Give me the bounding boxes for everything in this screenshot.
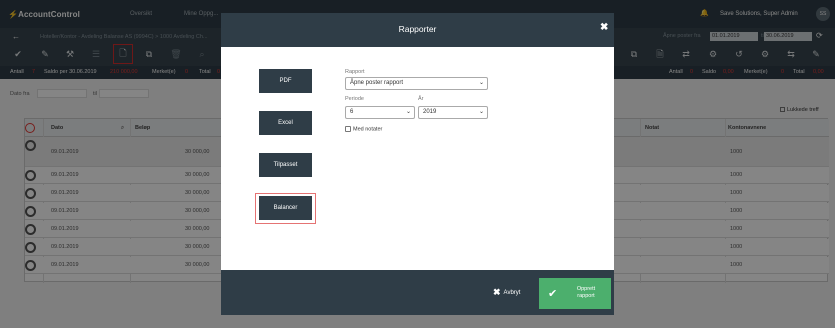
chevron-down-icon: ⌄ [478,109,484,115]
create-report-button[interactable]: ✔ Opprett rapport [539,278,611,309]
periode-label: Periode [345,96,364,102]
chevron-down-icon: ⌄ [478,80,484,86]
reports-modal: Rapporter ✖ PDF Excel Tilpasset Balancer… [221,13,614,315]
pdf-button[interactable]: PDF [259,69,312,93]
close-icon[interactable]: ✖ [600,22,608,33]
ar-label: År [418,96,424,102]
close-icon: ✖ [493,287,501,297]
modal-footer: ✖ Avbryt ✔ Opprett rapport [221,270,614,315]
periode-select[interactable]: 6 ⌄ [345,106,415,119]
tilpasset-button[interactable]: Tilpasset [259,153,312,177]
modal-title: Rapporter [398,24,437,34]
ar-select[interactable]: 2019 ⌄ [418,106,488,119]
med-notater-checkbox[interactable]: Med notater [345,126,382,132]
modal-header: Rapporter ✖ [221,13,614,47]
check-icon: ✔ [548,288,558,300]
rapport-select[interactable]: Åpne poster rapport ⌄ [345,77,488,90]
balancer-button[interactable]: Balancer [259,196,312,220]
cancel-button[interactable]: ✖ Avbryt [493,287,520,298]
excel-button[interactable]: Excel [259,111,312,135]
chevron-down-icon: ⌄ [405,109,411,115]
rapport-label: Rapport [345,69,365,75]
